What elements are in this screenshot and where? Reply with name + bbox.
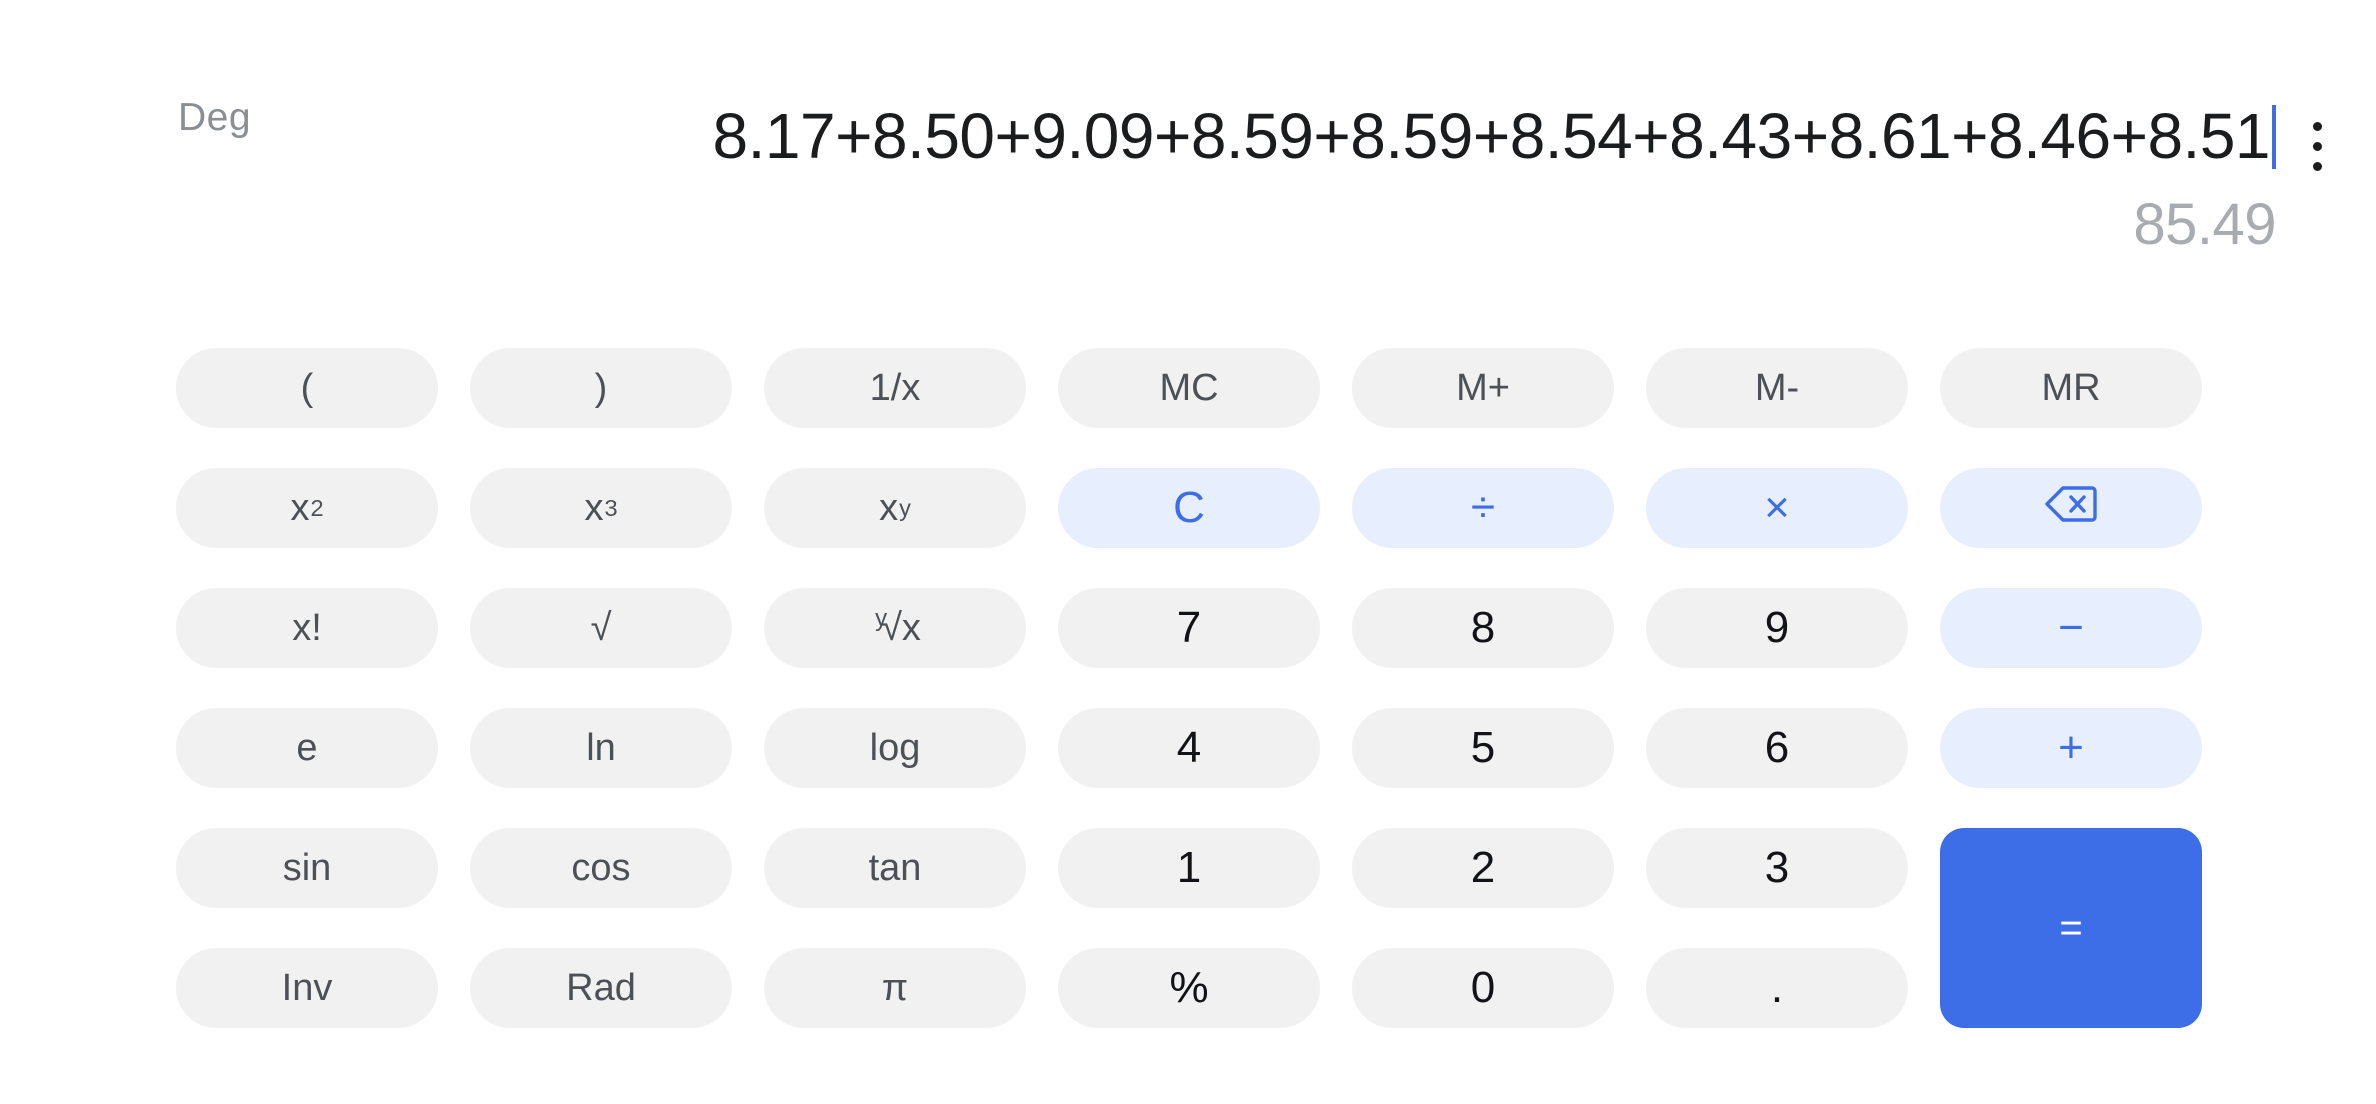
close-paren-key[interactable]: ) [470,348,732,428]
natural-log-key[interactable]: ln [470,708,732,788]
reciprocal-key[interactable]: 1/x [764,348,1026,428]
digit-7-key[interactable]: 7 [1058,588,1320,668]
subtract-key[interactable]: − [1940,588,2202,668]
digit-2-key[interactable]: 2 [1352,828,1614,908]
power-key[interactable]: xy [764,468,1026,548]
digit-0-key[interactable]: 0 [1352,948,1614,1028]
backspace-icon [2044,484,2098,532]
cube-key[interactable]: x3 [470,468,732,548]
square-key[interactable]: x2 [176,468,438,548]
euler-key[interactable]: e [176,708,438,788]
add-key[interactable]: + [1940,708,2202,788]
memory-recall-key[interactable]: MR [1940,348,2202,428]
open-paren-key[interactable]: ( [176,348,438,428]
digit-1-key[interactable]: 1 [1058,828,1320,908]
text-cursor [2272,105,2276,169]
calculator-display: Deg 8.17+8.50+9.09+8.59+8.59+8.54+8.43+8… [0,0,2376,330]
cosine-key[interactable]: cos [470,828,732,908]
menu-dot-1 [2312,121,2322,131]
digit-6-key[interactable]: 6 [1646,708,1908,788]
backspace-key[interactable] [1940,468,2202,548]
equals-key[interactable]: = [1940,828,2202,1028]
memory-clear-key[interactable]: MC [1058,348,1320,428]
expression-field[interactable]: 8.17+8.50+9.09+8.59+8.59+8.54+8.43+8.61+… [713,103,2276,169]
menu-dot-2 [2312,141,2322,151]
expression-row: 8.17+8.50+9.09+8.59+8.59+8.54+8.43+8.61+… [0,103,2376,169]
square-root-key[interactable]: √ [470,588,732,668]
percent-key[interactable]: % [1058,948,1320,1028]
calculator-keypad: () 1/x MC M+ M- MR x 2 x 3 x y C ÷ × x! √ y √x 7 8 9− e ln log 4 5… [176,348,2202,1028]
memory-add-key[interactable]: M+ [1352,348,1614,428]
digit-5-key[interactable]: 5 [1352,708,1614,788]
sine-key[interactable]: sin [176,828,438,908]
inverse-key[interactable]: Inv [176,948,438,1028]
digit-3-key[interactable]: 3 [1646,828,1908,908]
multiply-key[interactable]: × [1646,468,1908,548]
overflow-menu-icon[interactable] [2286,108,2348,184]
expression-text: 8.17+8.50+9.09+8.59+8.59+8.54+8.43+8.61+… [712,100,2271,172]
digit-8-key[interactable]: 8 [1352,588,1614,668]
nth-root-key[interactable]: y √x [764,588,1026,668]
digit-9-key[interactable]: 9 [1646,588,1908,668]
result-value: 85.49 [2133,192,2276,257]
digit-4-key[interactable]: 4 [1058,708,1320,788]
pi-key[interactable]: π [764,948,1026,1028]
menu-dot-3 [2312,161,2322,171]
decimal-point-key[interactable]: . [1646,948,1908,1028]
memory-subtract-key[interactable]: M- [1646,348,1908,428]
divide-key[interactable]: ÷ [1352,468,1614,548]
calculator-app: Deg 8.17+8.50+9.09+8.59+8.59+8.54+8.43+8… [0,0,2376,1104]
log-key[interactable]: log [764,708,1026,788]
factorial-key[interactable]: x! [176,588,438,668]
clear-key[interactable]: C [1058,468,1320,548]
tangent-key[interactable]: tan [764,828,1026,908]
radian-mode-key[interactable]: Rad [470,948,732,1028]
